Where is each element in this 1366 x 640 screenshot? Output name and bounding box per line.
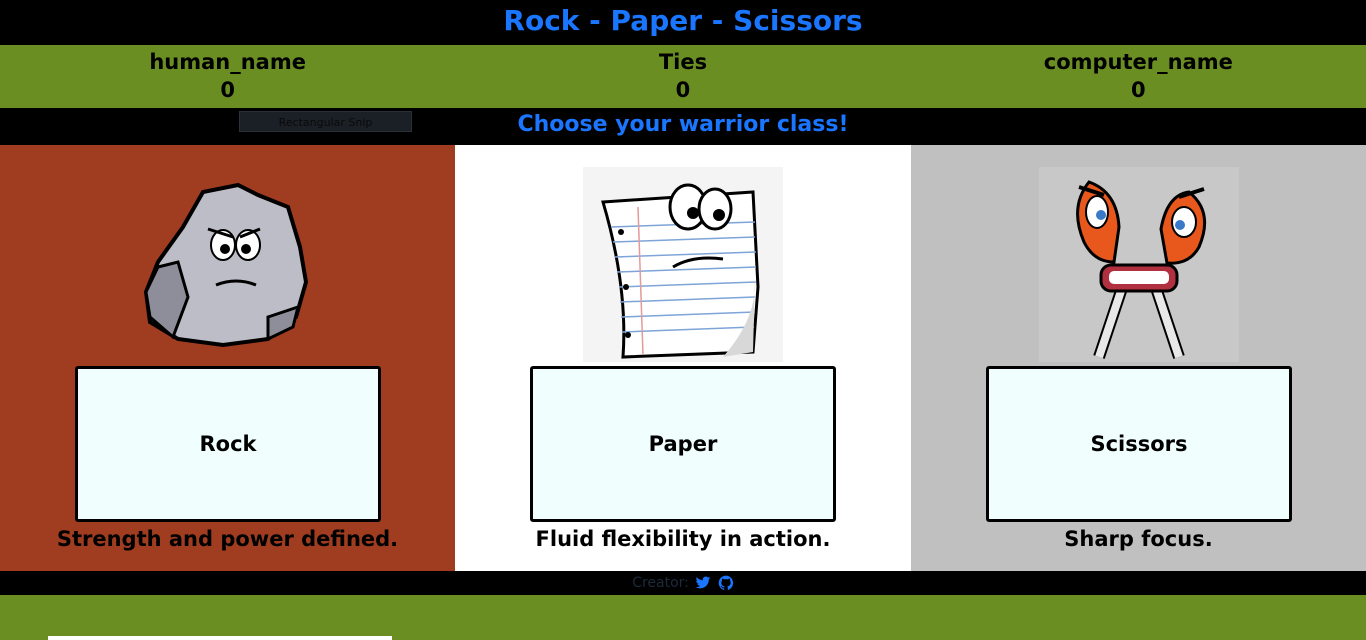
human-name-label: human_name	[149, 50, 306, 74]
computer-name-label: computer_name	[1043, 50, 1233, 74]
ties-score: 0	[675, 78, 691, 102]
choice-panels: Rock Strength and power defined. Paper F…	[0, 145, 1366, 571]
bottom-white-strip	[48, 636, 392, 640]
scissors-panel: Scissors Sharp focus.	[911, 145, 1366, 571]
creator-label: Creator:	[632, 575, 689, 591]
paper-panel: Paper Fluid flexibility in action.	[455, 145, 911, 571]
rock-panel: Rock Strength and power defined.	[0, 145, 455, 571]
computer-score-block: computer_name 0	[911, 45, 1366, 108]
rock-description: Strength and power defined.	[56, 527, 399, 551]
footer-bar: Creator:	[0, 571, 1366, 595]
scissors-button[interactable]: Scissors	[986, 366, 1292, 522]
bottom-bar	[0, 595, 1366, 640]
scissors-character-image	[1038, 167, 1239, 362]
ties-label: Ties	[658, 50, 708, 74]
github-icon[interactable]	[718, 575, 734, 591]
computer-score: 0	[1131, 78, 1146, 102]
page-title: Rock - Paper - Scissors	[0, 0, 1366, 45]
ties-score-block: Ties 0	[455, 45, 910, 108]
choose-prompt: Choose your warrior class!	[0, 108, 1366, 145]
scoreboard: human_name 0 Ties 0 computer_name 0	[0, 45, 1366, 108]
rock-character-image	[143, 182, 308, 348]
human-score-block: human_name 0	[0, 45, 455, 108]
rock-button[interactable]: Rock	[75, 366, 381, 522]
scissors-description: Sharp focus.	[1064, 527, 1213, 551]
snip-tooltip: Rectangular Snip	[239, 111, 412, 132]
twitter-icon[interactable]	[695, 575, 711, 591]
paper-character-image	[583, 167, 783, 362]
paper-button[interactable]: Paper	[530, 366, 836, 522]
paper-description: Fluid flexibility in action.	[535, 527, 831, 551]
human-score: 0	[220, 78, 235, 102]
